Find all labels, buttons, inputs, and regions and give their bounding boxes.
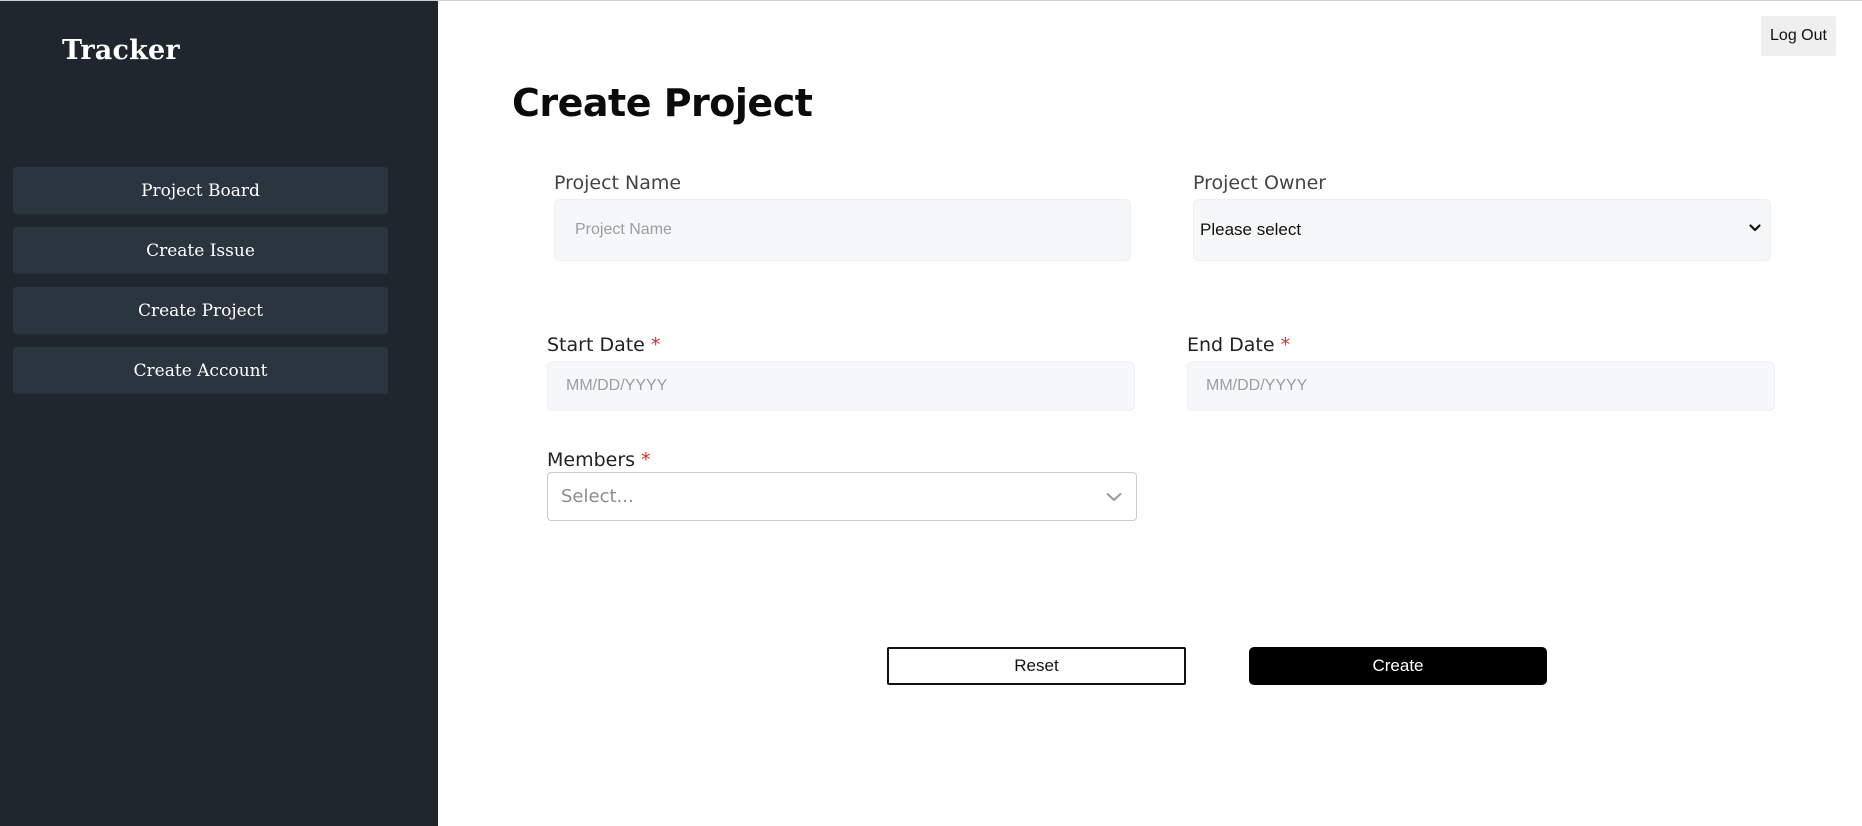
brand-logo-text: Tracker — [62, 35, 180, 66]
end-date-label: End Date * — [1187, 334, 1290, 356]
chevron-down-icon — [1748, 220, 1764, 240]
sidebar-item-create-account[interactable]: Create Account — [13, 347, 388, 394]
sidebar-item-create-project[interactable]: Create Project — [13, 287, 388, 334]
required-asterisk: * — [1280, 334, 1291, 356]
start-date-label-text: Start Date — [547, 334, 645, 356]
start-date-input[interactable] — [547, 361, 1135, 411]
end-date-input[interactable] — [1187, 361, 1775, 411]
project-name-label: Project Name — [554, 172, 682, 194]
sidebar: Tracker Project Board Create Issue Creat… — [0, 1, 438, 826]
start-date-label: Start Date * — [547, 334, 660, 356]
end-date-label-text: End Date — [1187, 334, 1275, 356]
project-owner-select[interactable]: Please select — [1193, 199, 1771, 261]
project-owner-label: Project Owner — [1193, 172, 1327, 194]
page-title: Create Project — [512, 81, 813, 125]
logout-button[interactable]: Log Out — [1761, 16, 1836, 56]
sidebar-nav: Project Board Create Issue Create Projec… — [13, 167, 388, 407]
project-owner-selected-value: Please select — [1200, 220, 1302, 239]
create-button[interactable]: Create — [1249, 647, 1547, 685]
project-name-input[interactable] — [554, 199, 1131, 261]
reset-button[interactable]: Reset — [887, 647, 1186, 685]
members-placeholder: Select... — [561, 486, 634, 507]
chevron-down-icon[interactable] — [1092, 473, 1136, 520]
members-label: Members * — [547, 449, 651, 471]
required-asterisk: * — [641, 449, 651, 471]
required-asterisk: * — [650, 334, 661, 356]
app-window: Tracker Project Board Create Issue Creat… — [0, 0, 1862, 826]
sidebar-item-create-issue[interactable]: Create Issue — [13, 227, 388, 274]
members-multi-select[interactable]: Select... — [547, 472, 1137, 521]
sidebar-item-project-board[interactable]: Project Board — [13, 167, 388, 214]
members-label-text: Members — [547, 449, 636, 471]
